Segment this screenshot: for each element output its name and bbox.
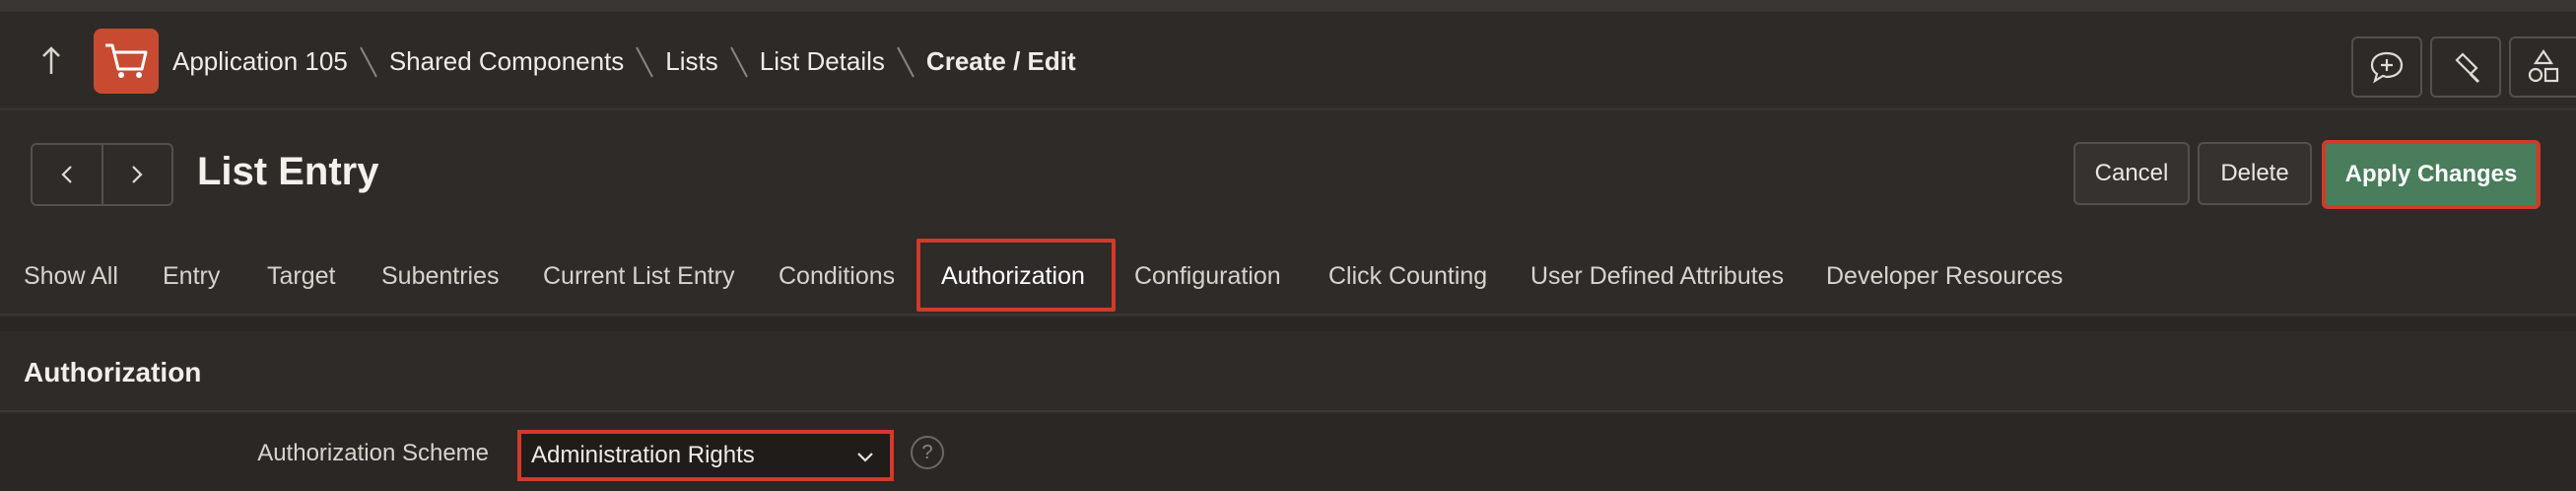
app-logo[interactable] <box>94 29 159 94</box>
form-row-authorization-scheme: Authorization Scheme Administration Righ… <box>0 414 2576 491</box>
tab-configuration[interactable]: Configuration <box>1134 237 1281 316</box>
page-title: List Entry <box>197 150 379 193</box>
app-header: Application 105 Shared Components Lists … <box>0 12 2576 110</box>
tab-developer-resources[interactable]: Developer Resources <box>1826 237 2063 316</box>
breadcrumb: Application 105 Shared Components Lists … <box>172 12 1076 110</box>
breadcrumb-list-details[interactable]: List Details <box>760 46 885 77</box>
active-tab-indicator <box>941 308 1091 311</box>
comment-add-icon <box>2370 51 2404 84</box>
shapes-icon <box>2528 49 2559 83</box>
apply-changes-button[interactable]: Apply Changes <box>2322 140 2541 209</box>
section-title: Authorization <box>24 357 202 387</box>
tab-subentries[interactable]: Subentries <box>381 237 500 316</box>
tab-conditions[interactable]: Conditions <box>779 237 895 316</box>
authorization-scheme-select[interactable]: Administration Rights <box>517 430 894 481</box>
title-bar: List Entry Cancel Delete Apply Changes <box>0 112 2576 237</box>
breadcrumb-lists[interactable]: Lists <box>665 46 717 77</box>
chevron-down-icon <box>857 453 873 462</box>
delete-button[interactable]: Delete <box>2198 142 2312 205</box>
comment-add-button[interactable] <box>2351 36 2422 98</box>
breadcrumb-separator <box>899 43 913 79</box>
shapes-button[interactable] <box>2509 36 2576 98</box>
chevron-right-icon <box>132 166 143 183</box>
tab-entry[interactable]: Entry <box>163 237 220 316</box>
section-header: Authorization <box>0 331 2576 412</box>
tab-bar: Show All Entry Target Subentries Current… <box>0 237 2576 316</box>
brush-button[interactable] <box>2430 36 2501 98</box>
authorization-scheme-label: Authorization Scheme <box>257 440 489 466</box>
tab-show-all[interactable]: Show All <box>24 237 118 316</box>
tab-authorization[interactable]: Authorization <box>941 237 1085 316</box>
arrow-up-icon[interactable] <box>32 41 71 81</box>
tab-click-counting[interactable]: Click Counting <box>1328 237 1487 316</box>
divider <box>0 317 2576 331</box>
record-navigation <box>31 143 173 206</box>
chevron-left-icon <box>61 166 72 183</box>
tab-target[interactable]: Target <box>267 237 335 316</box>
tab-user-defined-attributes[interactable]: User Defined Attributes <box>1530 237 1784 316</box>
breadcrumb-application[interactable]: Application 105 <box>172 46 348 77</box>
breadcrumb-current: Create / Edit <box>925 45 1076 76</box>
brush-icon <box>2455 52 2480 84</box>
breadcrumb-separator <box>638 43 651 79</box>
help-icon[interactable]: ? <box>911 436 944 469</box>
breadcrumb-shared-components[interactable]: Shared Components <box>389 46 624 77</box>
tab-current-list-entry[interactable]: Current List Entry <box>543 237 735 316</box>
authorization-scheme-value: Administration Rights <box>531 442 755 468</box>
breadcrumb-separator <box>362 43 375 79</box>
top-strip <box>0 0 2576 12</box>
cancel-button[interactable]: Cancel <box>2073 142 2190 205</box>
breadcrumb-separator <box>732 43 746 79</box>
shopping-cart-icon <box>105 43 148 78</box>
next-button[interactable] <box>101 145 172 204</box>
previous-button[interactable] <box>33 145 102 204</box>
